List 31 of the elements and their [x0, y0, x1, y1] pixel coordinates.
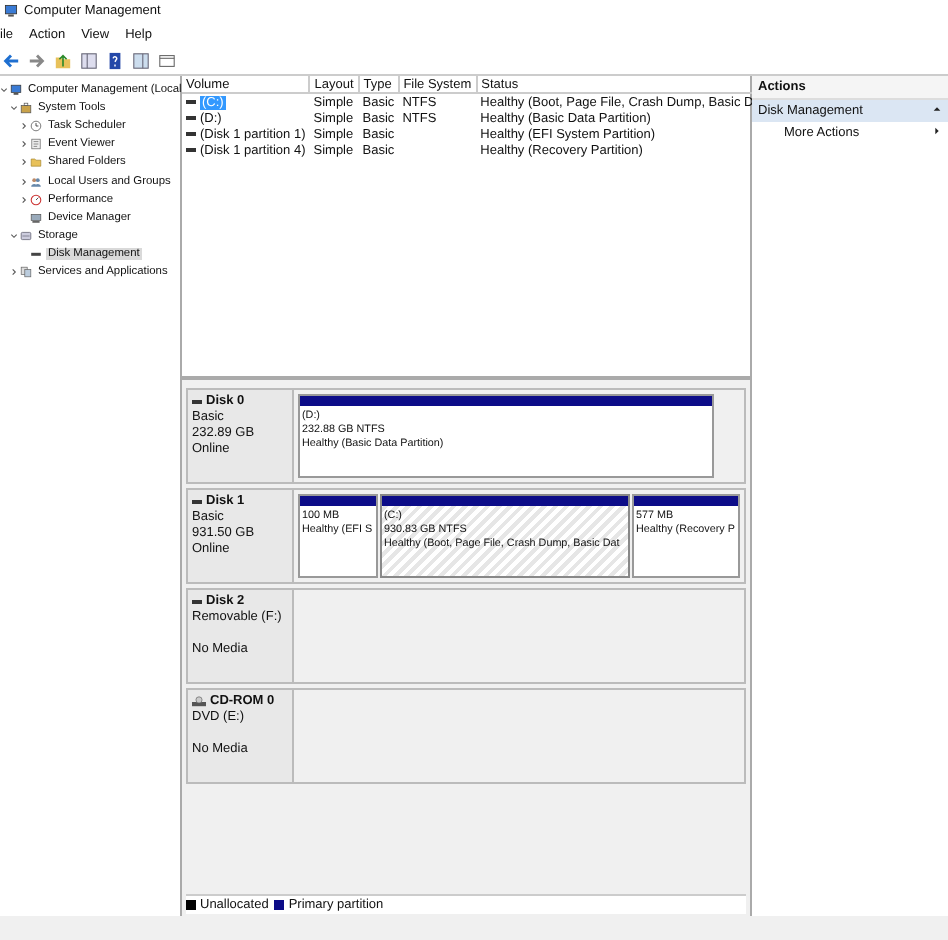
- expand-chevron-icon[interactable]: [20, 195, 28, 204]
- collapse-chevron-icon[interactable]: [0, 85, 8, 94]
- services-icon: [20, 266, 32, 279]
- expand-chevron-icon[interactable]: [20, 158, 28, 167]
- clock-icon: [30, 119, 42, 132]
- computer-icon: [10, 83, 22, 96]
- collapse-chevron-icon[interactable]: [10, 103, 18, 112]
- console-tree-icon[interactable]: [80, 51, 98, 69]
- console-tree-icon[interactable]: [132, 51, 150, 69]
- collapse-arrow-icon[interactable]: [932, 104, 942, 114]
- expand-chevron-icon[interactable]: [20, 177, 28, 186]
- cd-drive-icon: [192, 695, 206, 707]
- computer-icon: [4, 4, 18, 18]
- help-icon[interactable]: [106, 51, 124, 69]
- users-icon: [30, 175, 42, 188]
- folder-icon: [30, 156, 42, 169]
- storage-icon: [20, 230, 32, 243]
- expand-chevron-icon[interactable]: [20, 121, 28, 130]
- toolbox-icon: [20, 101, 32, 114]
- collapse-chevron-icon[interactable]: [10, 232, 18, 241]
- back-icon[interactable]: [2, 51, 20, 69]
- forward-icon[interactable]: [28, 51, 46, 69]
- gauge-icon: [30, 193, 42, 206]
- window-icon[interactable]: [158, 51, 176, 69]
- submenu-arrow-icon: [932, 126, 942, 136]
- log-icon: [30, 138, 42, 151]
- device-icon: [30, 211, 42, 224]
- drive-icon: [30, 248, 42, 261]
- folder-up-icon[interactable]: [54, 51, 72, 69]
- expand-chevron-icon[interactable]: [20, 140, 28, 149]
- expand-chevron-icon[interactable]: [10, 268, 18, 277]
